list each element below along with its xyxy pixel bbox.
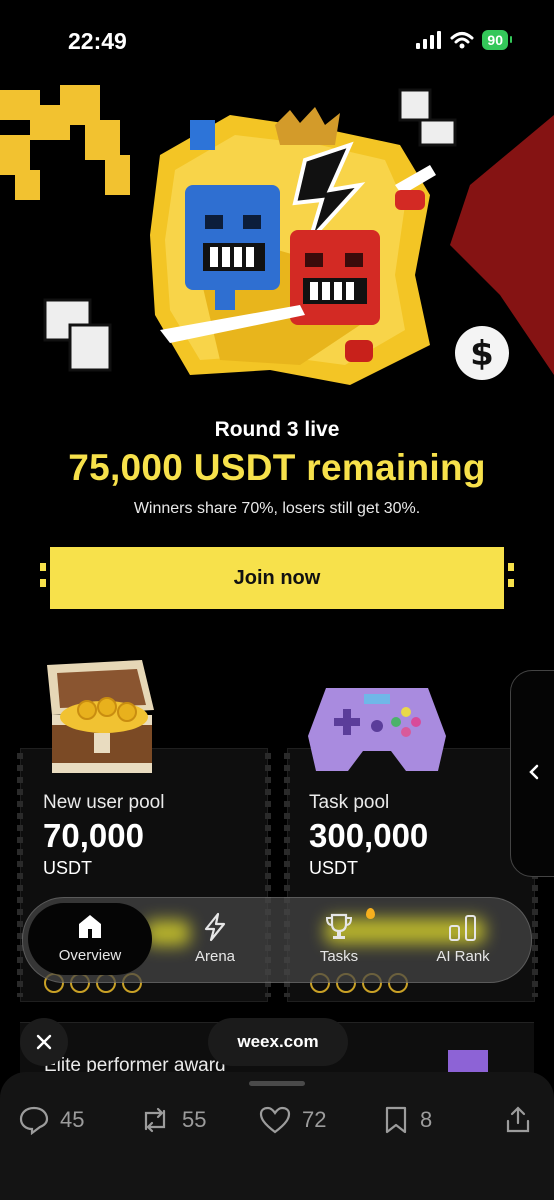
pixel-zigzag-decoration (0, 85, 130, 200)
nav-item-ai-rank[interactable]: AI Rank (408, 912, 518, 965)
post-action-bar (0, 1072, 554, 1200)
dollar-coin-icon: $ (455, 326, 509, 380)
nav-label: Tasks (319, 948, 359, 965)
repost-action[interactable]: 55 (138, 1105, 206, 1135)
share-icon (506, 1106, 530, 1133)
nav-item-tasks[interactable]: Tasks (284, 912, 394, 965)
url-pill[interactable]: weex.com (208, 1018, 348, 1066)
chevron-left-icon[interactable] (527, 764, 541, 780)
remaining-amount: 75,000 USDT remaining (68, 447, 486, 488)
bookmark-action[interactable]: 8 (382, 1105, 432, 1135)
join-button-edge-right (508, 579, 514, 587)
nav-label: Overview (58, 947, 122, 964)
lightning-icon (204, 912, 226, 942)
join-now-button[interactable]: Join now (50, 547, 504, 609)
bar-chart-icon (449, 915, 476, 941)
repost-icon (144, 1107, 166, 1133)
pool-unit: USDT (43, 858, 92, 878)
treasure-chest-icon (47, 660, 154, 773)
join-button-edge-left (40, 563, 46, 571)
reply-icon (19, 1106, 49, 1135)
pool-value: 300,000 (309, 817, 429, 854)
status-indicators: 90 (416, 30, 512, 50)
hero-illustration: $ (0, 85, 554, 385)
nav-label: AI Rank (436, 948, 490, 965)
purple-pixel-decoration (448, 1050, 488, 1074)
sheet-grabber[interactable] (249, 1081, 305, 1086)
like-action[interactable]: 72 (258, 1105, 326, 1135)
heart-icon (259, 1106, 291, 1134)
home-icon (79, 915, 101, 938)
reply-count: 45 (60, 1107, 85, 1132)
join-button-edge-right (508, 563, 514, 571)
cellular-signal-icon (416, 31, 442, 49)
battery-indicator: 90 (482, 30, 512, 50)
join-button-edge-left (40, 579, 46, 587)
pool-unit: USDT (309, 858, 358, 878)
like-count: 72 (302, 1107, 327, 1132)
share-action[interactable] (504, 1105, 532, 1135)
wifi-icon (450, 32, 474, 49)
pool-label: New user pool (43, 792, 165, 813)
svg-text:$: $ (470, 334, 494, 374)
reply-action[interactable]: 45 (18, 1105, 84, 1135)
pool-value: 70,000 (43, 817, 144, 854)
nav-item-overview[interactable]: Overview (35, 912, 145, 964)
repost-count: 55 (182, 1107, 207, 1132)
close-browser-button[interactable] (20, 1018, 68, 1066)
status-time: 22:49 (68, 28, 127, 54)
game-controller-icon (308, 688, 446, 771)
trophy-icon (325, 913, 353, 939)
crown-icon (275, 107, 340, 145)
red-pixel-character (290, 230, 380, 325)
flame-badge-icon (366, 908, 375, 919)
nav-item-arena[interactable]: Arena (160, 912, 270, 965)
reward-split-text: Winners share 70%, losers still get 30%. (133, 500, 421, 517)
pool-label: Task pool (309, 792, 390, 813)
nav-label: Arena (194, 948, 236, 965)
close-icon (36, 1034, 52, 1050)
bookmark-icon (385, 1106, 407, 1134)
bookmark-count: 8 (420, 1107, 433, 1132)
round-status: Round 3 live (214, 418, 340, 441)
